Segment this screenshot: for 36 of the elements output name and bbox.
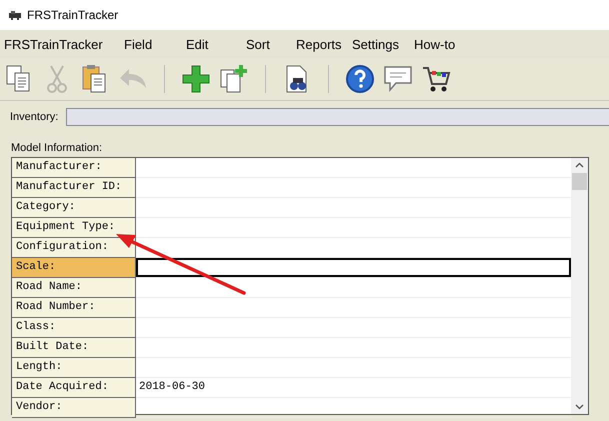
window-title: FRSTrainTracker	[27, 8, 118, 22]
property-label[interactable]: Road Name:	[12, 278, 136, 298]
property-label[interactable]: Configuration:	[12, 238, 136, 258]
model-information-label: Model Information:	[10, 141, 104, 156]
scrollbar-thumb[interactable]	[572, 173, 587, 190]
help-icon[interactable]	[345, 64, 375, 94]
property-label[interactable]: Scale:	[12, 258, 136, 278]
property-label[interactable]: Vendor:	[12, 398, 136, 418]
menu-item[interactable]: Field	[124, 36, 186, 52]
property-label[interactable]: Equipment Type:	[12, 218, 136, 238]
inventory-label: Inventory:	[10, 111, 60, 123]
property-value[interactable]: 2018-06-30	[136, 378, 571, 397]
train-icon	[8, 10, 22, 20]
property-label[interactable]: Manufacturer ID:	[12, 178, 136, 198]
property-label[interactable]: Class:	[12, 318, 136, 338]
scroll-down-icon[interactable]	[575, 404, 584, 410]
menu-item[interactable]: Settings	[352, 36, 414, 52]
menu-item[interactable]: How-to	[414, 36, 456, 52]
property-label[interactable]: Length:	[12, 358, 136, 378]
property-label[interactable]: Road Number:	[12, 298, 136, 318]
property-label[interactable]: Built Date:	[12, 338, 136, 358]
shopping-cart-icon[interactable]	[421, 64, 451, 94]
plus-icon[interactable]	[181, 64, 211, 94]
menu-item[interactable]: FRSTrainTracker	[4, 36, 124, 52]
menu-item[interactable]: Reports	[296, 36, 352, 52]
menu-item[interactable]: Edit	[186, 36, 246, 52]
vertical-scrollbar[interactable]	[571, 158, 588, 414]
speech-bubble-icon[interactable]	[383, 64, 413, 94]
scroll-up-icon[interactable]	[575, 162, 584, 168]
inventory-field[interactable]	[66, 108, 609, 126]
property-label[interactable]: Category:	[12, 198, 136, 218]
document-plus-icon[interactable]	[219, 64, 249, 94]
menu-item[interactable]: Sort	[246, 36, 296, 52]
property-label[interactable]: Date Acquired:	[12, 378, 136, 398]
property-value-field[interactable]	[136, 258, 571, 277]
property-label[interactable]: Manufacturer:	[12, 158, 136, 178]
